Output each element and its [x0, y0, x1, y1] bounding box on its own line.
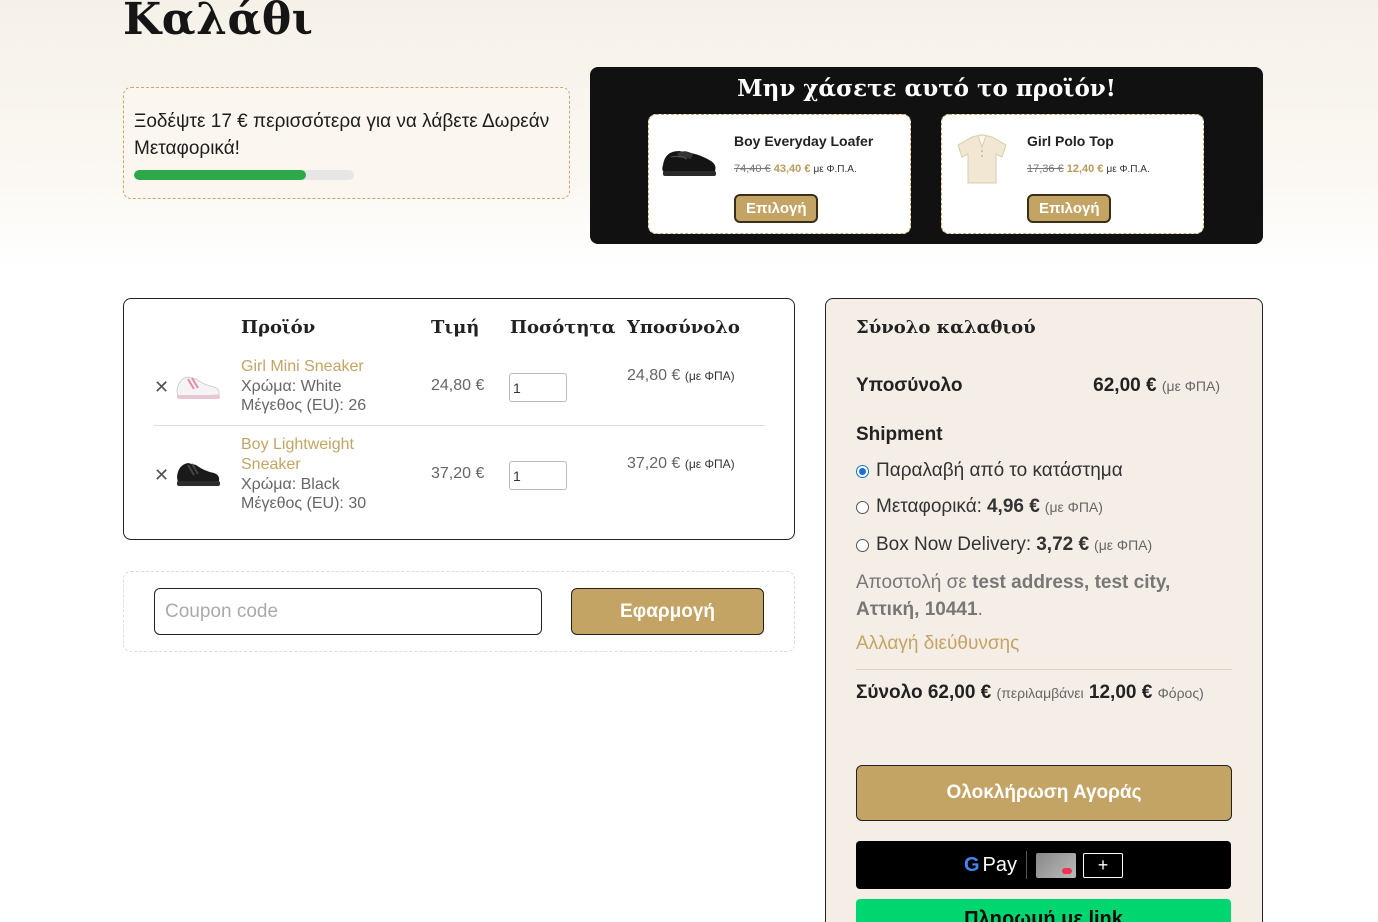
upsell-product-prices: 74,40 € 43,40 € με Φ.Π.Α. [734, 163, 857, 175]
tax-includes-note: (περιλαμβάνει [996, 685, 1084, 701]
quantity-input[interactable] [509, 461, 567, 490]
product-color: Χρώμα: White [241, 378, 342, 395]
row-divider [154, 425, 765, 426]
shipment-heading: Shipment [856, 424, 943, 445]
subtotal-value: 62,00 € (με ΦΠΑ) [1093, 375, 1220, 397]
total-label: Σύνολο [856, 682, 923, 703]
subtotal-amount: 62,00 € [1093, 375, 1157, 396]
product-name-link[interactable]: Girl Mini Sneaker [241, 357, 411, 377]
free-shipping-message: Ξοδέψτε 17 € περισσότερα για να λάβετε Δ… [134, 111, 550, 159]
google-g-icon: G [963, 853, 980, 876]
upsell-product-name: Girl Polo Top [1027, 133, 1114, 149]
cart-totals-title: Σύνολο καλαθιού [856, 317, 1036, 338]
radio-button[interactable] [856, 538, 869, 552]
change-address-link[interactable]: Αλλαγή διεύθυνσης [856, 633, 1019, 655]
free-shipping-progress-fill [134, 170, 306, 180]
quantity-input[interactable] [509, 373, 567, 402]
item-subtotal: 24,80 € (με ΦΠΑ) [627, 365, 737, 387]
credit-card-icon [1036, 852, 1077, 878]
vat-note: (με ΦΠΑ) [1044, 499, 1103, 515]
coupon-section: Εφαρμογή [123, 571, 795, 652]
product-color: Χρώμα: Black [241, 476, 340, 493]
old-price: 74,40 € [734, 163, 771, 175]
white-pink-sneaker-icon [176, 376, 220, 399]
google-pay-logo: G Pay [964, 854, 1017, 877]
shipping-option-label: Μεταφορικά: [876, 496, 982, 517]
free-shipping-notice: Ξοδέψτε 17 € περισσότερα για να λάβετε Δ… [123, 87, 570, 199]
divider [1026, 851, 1028, 879]
cart-table: Προϊόν Τιμή Ποσότητα Υποσύνολο ✕ Girl Mi… [123, 298, 795, 540]
upsell-card-polo: Girl Polo Top 17,36 € 12,40 € με Φ.Π.Α. … [941, 114, 1204, 234]
remove-item-icon[interactable]: ✕ [154, 465, 169, 486]
shipping-option-store-pickup[interactable]: Παραλαβή από το κατάστημα [856, 460, 1123, 482]
page-title: Καλάθι [123, 0, 314, 45]
remove-item-icon[interactable]: ✕ [154, 377, 169, 398]
vat-note: με Φ.Π.Α. [1106, 164, 1150, 175]
item-price: 37,20 € [431, 465, 485, 482]
cart-row: ✕ Boy Lightweight Sneaker Χρώμα: Black Μ… [154, 435, 765, 515]
product-size: Μέγεθος (EU): 30 [241, 495, 367, 512]
proceed-to-checkout-button[interactable]: Ολοκλήρωση Αγοράς [856, 765, 1232, 821]
shipping-option-label: Box Now Delivery: [876, 534, 1032, 555]
upsell-title: Μην χάσετε αυτό το προϊόν! [737, 75, 1116, 102]
upsell-panel: Μην χάσετε αυτό το προϊόν! Boy Everyday … [590, 67, 1263, 244]
cart-row: ✕ Girl Mini Sneaker Χρώμα: White Μέγεθος… [154, 357, 765, 421]
item-subtotal: 37,20 € (με ΦΠΑ) [627, 453, 737, 475]
vat-note: (με ΦΠΑ) [684, 369, 735, 383]
column-header-price: Τιμή [431, 317, 480, 338]
vat-note: (με ΦΠΑ) [684, 457, 735, 471]
shipping-destination-prefix: Αποστολή σε [856, 572, 967, 593]
column-header-product: Προϊόν [241, 317, 316, 338]
tax-label: Φόρος) [1157, 685, 1204, 701]
product-size: Μέγεθος (EU): 26 [241, 397, 367, 414]
select-option-button[interactable]: Επιλογή [1027, 194, 1112, 223]
shipping-option-price: 3,72 € [1036, 534, 1090, 555]
google-pay-label: Pay [982, 853, 1018, 876]
total-value: 62,00 € [927, 682, 992, 703]
sale-price: 12,40 € [1066, 163, 1104, 175]
shipping-destination: Αποστολή σε test address, test city, Αττ… [856, 572, 1171, 620]
totals-divider [856, 669, 1232, 670]
shipping-option-courier[interactable]: Μεταφορικά: 4,96 € (με ΦΠΑ) [856, 496, 1103, 518]
order-total: Σύνολο 62,00 € (περιλαμβάνει 12,00 € Φόρ… [856, 682, 1204, 704]
column-header-subtotal: Υποσύνολο [627, 317, 740, 338]
cart-totals-panel: Σύνολο καλαθιού Υποσύνολο 62,00 € (με ΦΠ… [825, 298, 1263, 922]
sale-price: 43,40 € [773, 163, 811, 175]
item-subtotal-value: 24,80 € [627, 367, 681, 384]
shipping-option-label: Παραλαβή από το κατάστημα [876, 460, 1123, 481]
cream-polo-shirt-icon [957, 134, 1007, 184]
radio-button-selected[interactable] [856, 464, 869, 478]
subtotal-label: Υποσύνολο [856, 375, 963, 396]
item-subtotal-value: 37,20 € [627, 455, 681, 472]
black-loafer-shoe-icon [662, 151, 716, 176]
shipping-option-price: 4,96 € [986, 496, 1040, 517]
select-option-button[interactable]: Επιλογή [734, 194, 819, 223]
pay-with-link-button[interactable]: Πληρωμή με link [856, 899, 1231, 922]
tax-value: 12,00 € [1088, 682, 1153, 703]
item-price: 24,80 € [431, 377, 485, 394]
vat-note: (με ΦΠΑ) [1161, 378, 1220, 394]
coupon-code-input[interactable] [154, 588, 542, 635]
free-shipping-progress-bar [134, 170, 354, 180]
upsell-card-loafer: Boy Everyday Loafer 74,40 € 43,40 € με Φ… [648, 114, 911, 234]
vat-note: (με ΦΠΑ) [1094, 537, 1153, 553]
upsell-product-name: Boy Everyday Loafer [734, 133, 874, 149]
column-header-quantity: Ποσότητα [510, 317, 616, 338]
product-name-link[interactable]: Boy Lightweight Sneaker [241, 435, 411, 475]
shipping-option-box-now[interactable]: Box Now Delivery: 3,72 € (με ΦΠΑ) [856, 534, 1152, 556]
add-card-icon: + [1083, 852, 1124, 878]
upsell-product-prices: 17,36 € 12,40 € με Φ.Π.Α. [1027, 163, 1150, 175]
vat-note: με Φ.Π.Α. [813, 164, 857, 175]
old-price: 17,36 € [1027, 163, 1064, 175]
black-sneaker-icon [177, 463, 220, 486]
radio-button[interactable] [856, 500, 869, 514]
apply-coupon-button[interactable]: Εφαρμογή [571, 588, 764, 635]
google-pay-button[interactable]: G Pay + [856, 841, 1231, 889]
